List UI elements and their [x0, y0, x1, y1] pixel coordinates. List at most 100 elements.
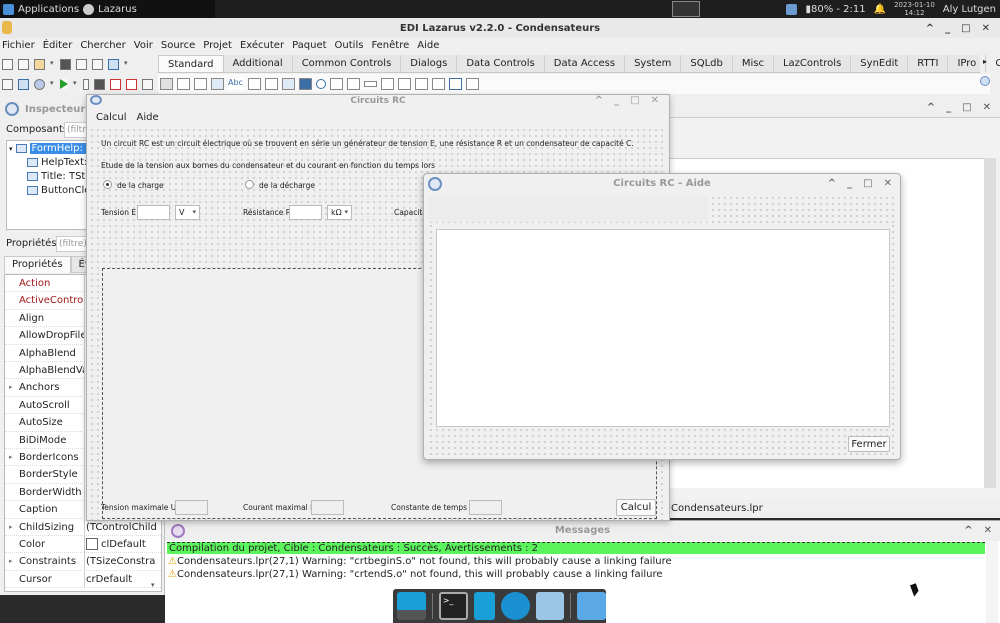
ttogglebox-icon[interactable] [282, 78, 295, 90]
network-icon[interactable] [786, 3, 798, 15]
tcheckbox-icon[interactable] [299, 78, 312, 90]
battery-status[interactable]: ▮80% - 2:11 [805, 4, 865, 15]
new-unit-icon[interactable] [2, 58, 13, 70]
tension-input[interactable] [137, 205, 170, 220]
calcul-button[interactable]: Calcul [616, 499, 656, 516]
menu-source[interactable]: Source [160, 40, 201, 51]
show-desktop-icon[interactable] [397, 592, 426, 620]
menu-chercher[interactable]: Chercher [79, 40, 131, 51]
menu-fenetre[interactable]: Fenêtre [370, 40, 415, 51]
view-units-icon[interactable] [2, 78, 13, 90]
palette-tab-synedit[interactable]: SynEdit [851, 55, 909, 72]
message-success[interactable]: Compilation du projet, Cible : Condensat… [167, 542, 985, 554]
palette-tab-standard[interactable]: Standard [158, 55, 224, 72]
menu-executer[interactable]: Exécuter [239, 40, 290, 51]
rc-shade-icon[interactable]: ^ [595, 95, 603, 107]
palette-tab-sqldb[interactable]: SQLdb [681, 55, 733, 72]
build-modes-icon[interactable] [34, 78, 45, 90]
property-value[interactable]: (TSizeConstraints) [86, 553, 156, 570]
aide-close-icon[interactable]: ✕ [884, 174, 892, 194]
step-into-icon[interactable] [110, 78, 121, 90]
message-warning[interactable]: ⚠Condensateurs.lpr(27,1) Warning: "crten… [168, 569, 663, 580]
step-over-icon[interactable] [126, 78, 137, 90]
app-finder-icon[interactable] [535, 592, 565, 620]
messages-scrollbar[interactable] [986, 541, 998, 623]
clock[interactable]: 2023-01-10 14:12 [894, 1, 935, 17]
menu-projet[interactable]: Projet [202, 40, 238, 51]
tgroupbox-icon[interactable] [381, 78, 394, 90]
grid-scroll-down-icon[interactable]: ▾ [151, 581, 155, 589]
editor-vertical-scrollbar[interactable] [984, 158, 996, 488]
new-form-icon[interactable] [18, 58, 29, 70]
save-all-icon[interactable] [76, 58, 87, 70]
expand-arrow-icon[interactable]: ▸ [9, 449, 13, 466]
tree-node[interactable]: Title: TStaticText [27, 171, 91, 182]
pointer-tool-icon[interactable] [160, 78, 173, 90]
tree-expand-icon[interactable]: ▾ [9, 145, 13, 153]
file-manager-icon[interactable] [473, 592, 495, 620]
aide-maximize-icon[interactable]: □ [863, 174, 872, 194]
user-name[interactable]: Aly Lutgen [943, 4, 996, 15]
tmainmenu-icon[interactable] [177, 78, 190, 90]
minimize-icon[interactable]: _ [945, 18, 950, 39]
close-icon[interactable]: ✕ [982, 18, 990, 39]
fermer-button[interactable]: Fermer [848, 436, 890, 452]
editor-minimize-icon[interactable]: _ [946, 102, 951, 113]
palette-tab-additional[interactable]: Additional [224, 55, 293, 72]
view-forms-list-icon[interactable] [18, 78, 29, 90]
editor-maximize-icon[interactable]: □ [962, 102, 971, 113]
property-row[interactable]: Cursor crDefault [5, 570, 161, 589]
terminal-icon[interactable]: >_ [438, 592, 468, 620]
property-row[interactable]: ▸ Constraints(TSizeConstraints) [5, 553, 161, 571]
aide-shade-icon[interactable]: ^ [828, 174, 836, 194]
step-out-icon[interactable] [142, 78, 153, 90]
expand-arrow-icon[interactable]: ▸ [9, 379, 13, 396]
tedit-icon[interactable] [248, 78, 261, 90]
applications-menu[interactable]: Applications Lazarus [0, 0, 215, 18]
property-row[interactable]: Color clDefault [5, 536, 161, 554]
radio-charge[interactable] [103, 180, 112, 189]
properties-filter-input[interactable]: (filtre) [56, 236, 90, 252]
messages-close-icon[interactable]: ✕ [984, 521, 992, 541]
tcombobox-icon[interactable] [347, 78, 360, 90]
editor-shade-icon[interactable]: ^ [927, 102, 935, 113]
window-switcher-thumbnail[interactable] [672, 1, 700, 17]
palette-scroll-right-icon[interactable]: ▸ [983, 57, 987, 66]
pause-icon[interactable] [83, 78, 89, 90]
rc-menu-calcul[interactable]: Calcul [96, 112, 127, 123]
rc-maximize-icon[interactable]: □ [630, 95, 639, 107]
menu-paquet[interactable]: Paquet [291, 40, 332, 51]
menu-outils[interactable]: Outils [334, 40, 370, 51]
palette-tab-common-controls[interactable]: Common Controls [293, 55, 402, 72]
tmemo-icon[interactable] [265, 78, 278, 90]
palette-tab-chart[interactable]: Chart [986, 55, 1000, 72]
menu-editer[interactable]: Éditer [42, 40, 79, 51]
tpopupmenu-icon[interactable] [194, 78, 207, 90]
rc-menu-aide[interactable]: Aide [137, 112, 159, 123]
tframe-icon[interactable] [449, 78, 462, 90]
palette-tab-data-controls[interactable]: Data Controls [457, 55, 545, 72]
tactionlist-icon[interactable] [466, 78, 479, 90]
property-value[interactable]: crDefault [86, 571, 156, 588]
run-icon[interactable] [60, 79, 68, 89]
notification-bell-icon[interactable]: 🔔 [874, 4, 886, 15]
property-row[interactable]: ▸ ChildSizing(TControlChildSizing) [5, 518, 161, 536]
palette-tab-system[interactable]: System [625, 55, 682, 72]
palette-menu-icon[interactable] [980, 76, 990, 86]
tree-node[interactable]: HelpText: TMemo [27, 157, 91, 168]
web-browser-icon[interactable] [500, 592, 530, 620]
rc-close-icon[interactable]: ✕ [651, 95, 659, 107]
tbutton-icon[interactable] [211, 78, 224, 90]
maximize-icon[interactable]: □ [961, 18, 970, 39]
tension-unit-select[interactable]: V [175, 205, 200, 220]
open-recent-dropdown-icon[interactable]: ▾ [50, 59, 55, 70]
build-dropdown-icon[interactable]: ▾ [50, 79, 55, 90]
editor-close-icon[interactable]: ✕ [983, 102, 991, 113]
view-forms-icon[interactable] [108, 58, 119, 70]
menu-aide[interactable]: Aide [416, 40, 445, 51]
tlabel-icon[interactable]: Abc [228, 78, 244, 90]
radio-decharge[interactable] [245, 180, 254, 189]
menu-voir[interactable]: Voir [133, 40, 159, 51]
view-dropdown-icon[interactable]: ▾ [124, 59, 129, 70]
save-icon[interactable] [60, 58, 71, 70]
